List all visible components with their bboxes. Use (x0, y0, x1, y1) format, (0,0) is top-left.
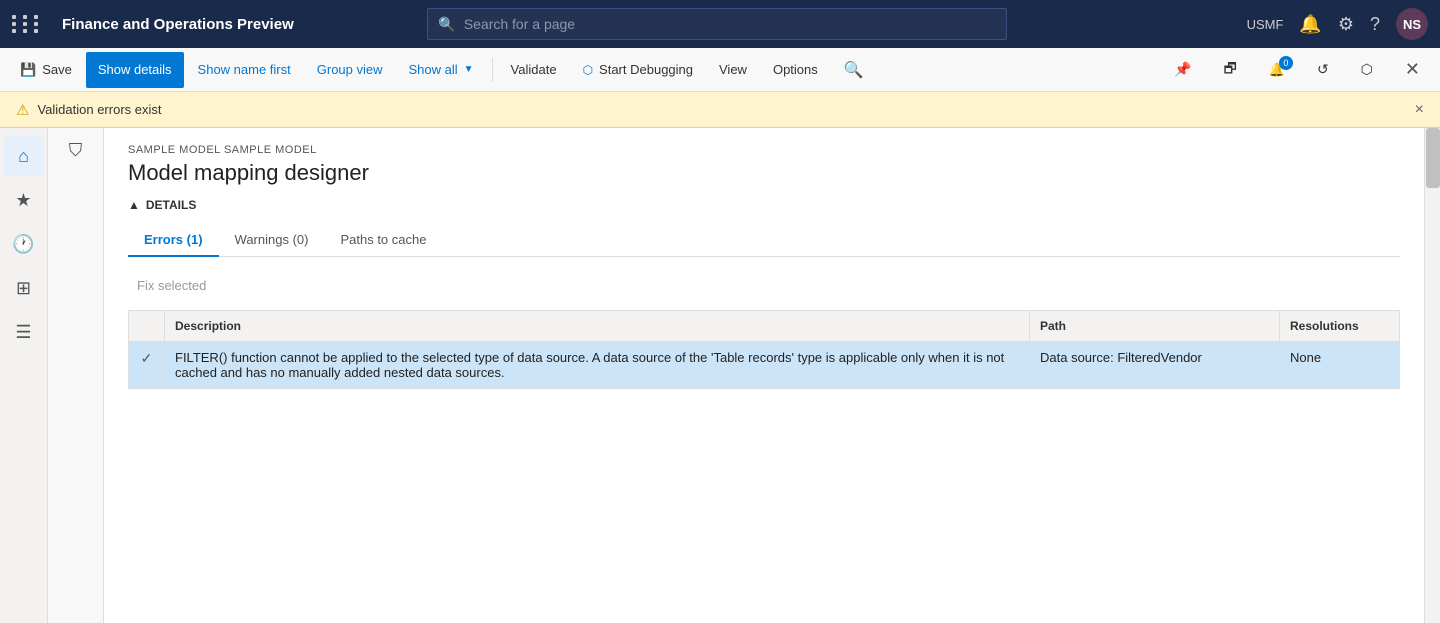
filter-icon[interactable]: ⛉ (69, 140, 83, 161)
company-indicator: USMF (1247, 17, 1284, 32)
vertical-scrollbar[interactable] (1424, 128, 1440, 623)
save-icon: 💾 (20, 62, 36, 78)
toolbar: 💾 Save Show details Show name first Grou… (0, 48, 1440, 92)
help-icon[interactable]: ? (1370, 14, 1380, 35)
page-title: Model mapping designer (128, 160, 1400, 186)
sidebar-item-modules[interactable]: ☰ (4, 312, 44, 352)
details-collapse-icon: ▲ (128, 198, 140, 212)
start-debugging-button[interactable]: ⬡ Start Debugging (571, 52, 705, 88)
table-row[interactable]: ✓ FILTER() function cannot be applied to… (129, 342, 1400, 389)
search-input[interactable] (464, 16, 997, 32)
validate-button[interactable]: Validate (499, 52, 569, 88)
row-description-cell: FILTER() function cannot be applied to t… (165, 342, 1030, 389)
content-area: SAMPLE MODEL SAMPLE MODEL Model mapping … (104, 128, 1424, 623)
validation-close-button[interactable]: × (1415, 101, 1424, 119)
avatar[interactable]: NS (1396, 8, 1428, 40)
search-icon: 🔍 (438, 16, 455, 33)
toolbar-search-icon[interactable]: 🔍 (832, 52, 876, 88)
fix-selected-button[interactable]: Fix selected (128, 273, 215, 298)
validation-banner: ⚠ Validation errors exist × (0, 92, 1440, 128)
sidebar-item-workspaces[interactable]: ⊞ (4, 268, 44, 308)
show-all-dropdown-icon: ▼ (464, 64, 474, 75)
notification-bell-icon[interactable]: 🔔 (1299, 14, 1321, 35)
details-header[interactable]: ▲ DETAILS (128, 198, 1400, 212)
scroll-thumb[interactable] (1426, 128, 1440, 188)
show-details-button[interactable]: Show details (86, 52, 184, 88)
debug-icon: ⬡ (583, 63, 593, 77)
toolbar-separator-1 (492, 58, 493, 82)
table-header-description: Description (165, 311, 1030, 342)
tab-paths-to-cache[interactable]: Paths to cache (324, 224, 442, 257)
tab-warnings[interactable]: Warnings (0) (219, 224, 325, 257)
popout-icon[interactable]: ⬡ (1349, 52, 1385, 88)
page-header: SAMPLE MODEL SAMPLE MODEL Model mapping … (104, 128, 1424, 198)
error-table: Description Path Resolutions (128, 310, 1400, 389)
sidebar-item-recent[interactable]: 🕐 (4, 224, 44, 264)
row-resolutions-cell: None (1280, 342, 1400, 389)
tabs-row: Errors (1) Warnings (0) Paths to cache (128, 224, 1400, 257)
notifications-icon-badge[interactable]: 🔔 0 (1257, 52, 1297, 88)
save-button[interactable]: 💾 Save (8, 52, 84, 88)
pin-icon[interactable]: 📌 (1162, 52, 1203, 88)
checkbox-icon: ✓ (141, 350, 153, 366)
table-header-resolutions: Resolutions (1280, 311, 1400, 342)
app-title: Finance and Operations Preview (62, 16, 294, 33)
table-header-check (129, 311, 165, 342)
view-button[interactable]: View (707, 52, 759, 88)
options-button[interactable]: Options (761, 52, 830, 88)
top-navigation: Finance and Operations Preview 🔍 USMF 🔔 … (0, 0, 1440, 48)
table-header-path: Path (1030, 311, 1280, 342)
warning-triangle-icon: ⚠ (16, 101, 29, 119)
row-check-cell[interactable]: ✓ (129, 342, 165, 389)
filter-column: ⛉ (48, 128, 104, 623)
sidebar-item-home[interactable]: ⌂ (4, 136, 44, 176)
group-view-button[interactable]: Group view (305, 52, 395, 88)
details-section: ▲ DETAILS Errors (1) Warnings (0) Paths … (104, 198, 1424, 389)
table-container: Description Path Resolutions (128, 310, 1400, 389)
sidebar-item-favorites[interactable]: ★ (4, 180, 44, 220)
app-grid-icon[interactable] (12, 15, 42, 33)
refresh-icon[interactable]: ↺ (1305, 52, 1341, 88)
tab-errors[interactable]: Errors (1) (128, 224, 219, 257)
breadcrumb: SAMPLE MODEL SAMPLE MODEL (128, 144, 1400, 156)
main-layout: ⌂ ★ 🕐 ⊞ ☰ ⛉ SAMPLE MODEL SAMPLE MODEL Mo… (0, 128, 1440, 623)
settings-gear-icon[interactable]: ⚙ (1338, 14, 1354, 35)
left-sidebar: ⌂ ★ 🕐 ⊞ ☰ (0, 128, 48, 623)
row-path-cell: Data source: FilteredVendor (1030, 342, 1280, 389)
validation-message: Validation errors exist (37, 102, 161, 117)
close-button[interactable]: ✕ (1393, 52, 1432, 88)
search-bar[interactable]: 🔍 (427, 8, 1007, 40)
open-new-icon[interactable]: 🗗 (1212, 52, 1249, 88)
show-all-button[interactable]: Show all ▼ (397, 52, 486, 88)
show-name-first-button[interactable]: Show name first (186, 52, 303, 88)
nav-right: USMF 🔔 ⚙ ? NS (1247, 8, 1428, 40)
